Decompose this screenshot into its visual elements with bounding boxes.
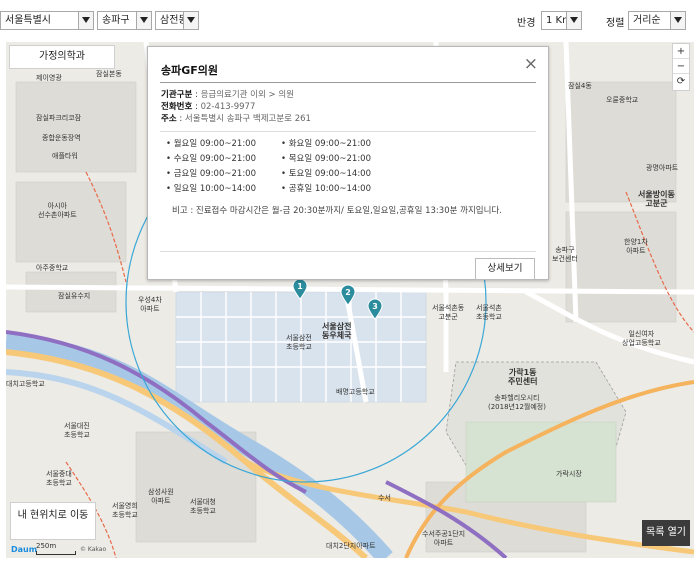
place-label: 대치고등학교 — [6, 380, 45, 388]
filter-bar: 서울특별시 송파구 삼전동 반경 1 Km 정렬 거리순 — [0, 0, 700, 40]
place-label: 잠실파크리코잠 — [36, 114, 82, 122]
place-label: 서울대진 초등학교 — [64, 422, 90, 439]
radius-label: 반경 — [517, 18, 536, 29]
hospital-info-popup: 송파GF의원 × 기관구분 : 응급의료기관 이외 > 의원 전화번호 : 02… — [147, 46, 549, 280]
category-row: 기관구분 : 응급의료기관 이외 > 의원 — [161, 90, 294, 100]
place-label: 수서 — [378, 494, 391, 502]
place-label: 잠실본동 — [96, 70, 122, 78]
place-label: 제이영광 — [36, 74, 62, 82]
place-label: 오륜중학교 — [606, 96, 639, 104]
map-pin-icon: 3 — [367, 298, 383, 320]
note-text: 비고 : 진료접수 마감시간은 월-금 20:30분까지/ 토요일,일요일,공휴… — [172, 206, 502, 216]
city-select[interactable]: 서울특별시 — [0, 11, 94, 30]
place-label: 서울방이동 고분군 — [638, 190, 675, 208]
subway-station-label: 종합운동장역 — [42, 134, 81, 142]
zoom-reset-button[interactable]: ⟳ — [673, 74, 689, 89]
map-pin-icon: 2 — [340, 284, 356, 306]
place-label: 일신여자 상업고등학교 — [622, 330, 661, 347]
place-label: 수서주공1단지 아파트 — [422, 530, 466, 547]
sort-select[interactable]: 거리순 — [628, 11, 686, 30]
chevron-down-icon — [670, 12, 685, 29]
place-label: 대치2단지아파트 — [326, 542, 376, 550]
map-pin-icon: 1 — [292, 278, 308, 300]
popup-title: 송파GF의원 — [161, 64, 219, 77]
radius-select[interactable]: 1 Km — [541, 11, 582, 30]
place-label: 송파구 보건센터 — [552, 246, 578, 263]
chevron-down-icon — [183, 12, 198, 29]
daum-logo: Daum — [11, 545, 38, 554]
copyright-text: © Kakao — [80, 546, 107, 553]
place-label: 한양1차 아파트 — [624, 238, 648, 255]
scale-bar: 250m — [36, 542, 76, 555]
dong-select[interactable]: 삼전동 — [155, 11, 199, 30]
my-location-button[interactable]: 내 현위치로 이동 — [10, 502, 96, 540]
divider — [160, 131, 536, 132]
svg-text:3: 3 — [372, 302, 378, 311]
place-label: 서울중대 초등학교 — [46, 470, 72, 487]
open-list-button[interactable]: 목록 열기 — [642, 520, 690, 546]
hours-left: 월요일 09:00~21:00 수요일 09:00~21:00 금요일 09:0… — [166, 137, 256, 197]
place-label: 서울삼전 동우체국 — [322, 322, 352, 340]
place-label: 가락1동 주민센터 — [508, 368, 538, 386]
sort-label: 정렬 — [606, 18, 625, 29]
divider — [160, 251, 536, 252]
phone-row: 전화번호 : 02-413-9977 — [161, 102, 256, 112]
place-label: 서울대청 초등학교 — [190, 498, 216, 515]
divider — [160, 82, 536, 83]
place-label: 송파헬리오시티 (2018년12월예정) — [488, 394, 546, 411]
place-label: 서울석촌동 고분군 — [432, 304, 465, 321]
place-label: 아주중학교 — [36, 264, 69, 272]
place-label: 잠실4동 — [568, 82, 592, 90]
place-label: 서울석촌 초등학교 — [476, 304, 502, 321]
chevron-down-icon — [78, 12, 93, 29]
place-label: 애플타워 — [52, 152, 78, 160]
place-label: 잠실유수지 — [58, 292, 91, 300]
district-select[interactable]: 송파구 — [97, 11, 152, 30]
chevron-down-icon — [136, 12, 151, 29]
zoom-control: + − ⟳ — [672, 43, 690, 91]
chevron-down-icon — [566, 12, 581, 29]
zoom-out-button[interactable]: − — [673, 59, 689, 74]
place-label: 배명고등학교 — [336, 388, 375, 396]
close-icon[interactable]: × — [524, 56, 538, 73]
department-chip[interactable]: 가정의학과 — [9, 45, 115, 69]
place-label: 우성4차 아파트 — [138, 296, 162, 313]
place-label: 가락시장 — [556, 470, 582, 478]
place-label: 서울영희 초등학교 — [112, 502, 138, 519]
place-label: 삼성사원 아파트 — [148, 488, 174, 505]
place-label: 광명아파트 — [646, 164, 679, 172]
view-details-button[interactable]: 상세보기 — [475, 258, 535, 280]
address-row: 주소 : 서울특별시 송파구 백제고분로 261 — [161, 114, 311, 124]
zoom-in-button[interactable]: + — [673, 44, 689, 59]
place-label: 서울삼전 초등학교 — [286, 334, 312, 351]
svg-text:2: 2 — [345, 288, 351, 297]
place-label: 아시아 선수촌아파트 — [38, 202, 77, 219]
svg-text:1: 1 — [297, 282, 303, 291]
hours-right: 화요일 09:00~21:00 목요일 09:00~21:00 토요일 09:0… — [281, 137, 371, 197]
